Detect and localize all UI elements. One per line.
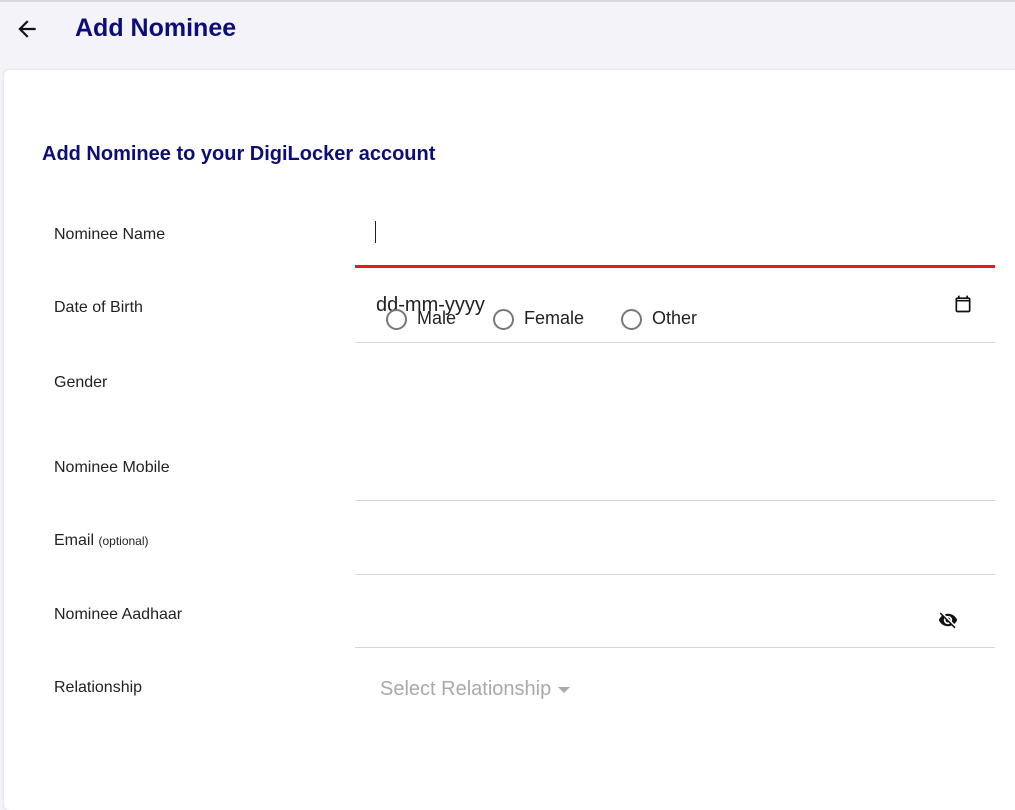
nominee-name-label: Nominee Name [54,226,166,243]
page-title: Add Nominee [75,14,237,42]
nominee-mobile-input[interactable] [355,430,995,501]
dob-label: Date of Birth [54,299,143,316]
app-header: Add Nominee [0,2,1015,62]
chevron-down-icon [558,686,571,693]
nominee-form-card: Add Nominee to your DigiLocker account N… [4,70,1015,810]
eye-off-icon[interactable] [937,610,959,630]
calendar-icon[interactable] [953,294,973,314]
email-optional-hint: (optional) [98,534,149,548]
radio-label: Female [524,308,585,328]
email-input[interactable] [355,504,995,575]
gender-label: Gender [54,374,108,391]
email-label: Email (optional) [54,532,149,550]
radio-circle [386,309,407,330]
relationship-label: Relationship [54,679,143,696]
nominee-aadhaar-input[interactable] [355,577,995,648]
email-label-text: Email [54,532,95,549]
radio-label: Male [417,308,457,328]
back-button[interactable] [14,16,40,42]
arrow-left-icon [18,20,36,38]
nominee-name-input[interactable] [355,197,995,268]
nominee-mobile-label: Nominee Mobile [54,459,170,476]
relationship-placeholder: Select Relationship [380,678,552,700]
radio-label: Other [652,308,698,328]
relationship-select[interactable]: Select Relationship [380,678,571,706]
radio-circle [493,309,514,330]
text-cursor [375,221,376,243]
form-heading: Add Nominee to your DigiLocker account [42,143,436,165]
radio-circle [621,309,642,330]
nominee-aadhaar-label: Nominee Aadhaar [54,606,183,623]
